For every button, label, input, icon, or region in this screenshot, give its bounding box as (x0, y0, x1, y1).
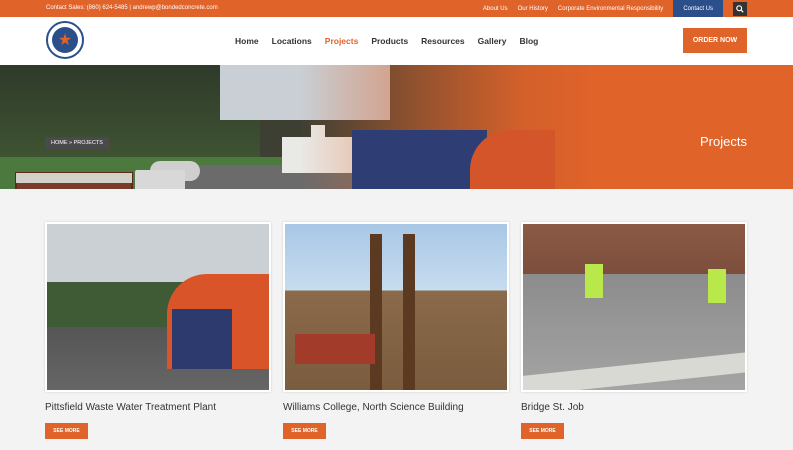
site-header: ★ Home Locations Projects Products Resou… (0, 15, 793, 65)
project-photo[interactable] (283, 222, 509, 392)
museum-sign-header (16, 173, 132, 183)
star-icon: ★ (52, 27, 78, 53)
nav-projects[interactable]: Projects (324, 15, 358, 46)
search-button[interactable] (733, 1, 747, 16)
worker (708, 269, 726, 303)
order-now-button[interactable]: ORDER NOW (683, 28, 747, 53)
project-title[interactable]: Pittsfield Waste Water Treatment Plant (45, 402, 216, 413)
curb (523, 352, 745, 390)
nav-resources[interactable]: Resources (421, 36, 464, 46)
nav-locations[interactable]: Locations (272, 36, 312, 46)
concrete-truck-drum (470, 130, 555, 189)
hero-banner: 671 ★ (0, 65, 793, 189)
project-photo[interactable] (45, 222, 271, 392)
project-photo[interactable] (521, 222, 747, 392)
contact-us-button[interactable]: Contact Us (673, 0, 723, 17)
project-title[interactable]: Williams College, North Science Building (283, 402, 464, 413)
top-bar: Contact Sales: (860) 624-5485 | andrewp@… (0, 0, 793, 17)
environmental-responsibility-link[interactable]: Corporate Environmental Responsibility (558, 6, 663, 12)
see-more-button[interactable]: SEE MORE (521, 423, 564, 439)
nav-blog[interactable]: Blog (519, 36, 538, 46)
pickup-truck (135, 170, 185, 189)
project-title[interactable]: Bridge St. Job (521, 402, 584, 413)
our-history-link[interactable]: Our History (518, 6, 548, 12)
steel-beam (403, 234, 415, 390)
see-more-button[interactable]: SEE MORE (283, 423, 326, 439)
truck-number: 671 (482, 187, 529, 189)
concrete-truck-cab (352, 130, 487, 189)
nav-gallery[interactable]: Gallery (478, 36, 507, 46)
top-links: About Us Our History Corporate Environme… (483, 0, 793, 17)
breadcrumb[interactable]: HOME » PROJECTS (45, 137, 109, 149)
about-us-link[interactable]: About Us (483, 6, 508, 12)
nav-home[interactable]: Home (235, 36, 259, 46)
worker (585, 264, 603, 298)
truck-cab (172, 309, 232, 369)
main-nav: Home Locations Projects Products Resourc… (235, 15, 551, 65)
rebar-pile (295, 334, 375, 364)
nav-products[interactable]: Products (371, 36, 408, 46)
page-title: Projects (700, 134, 747, 149)
contact-info: Contact Sales: (860) 624-5485 | andrewp@… (46, 5, 218, 11)
logo[interactable]: ★ (46, 21, 84, 59)
steel-beam (370, 234, 382, 390)
see-more-button[interactable]: SEE MORE (45, 423, 88, 439)
search-icon (736, 4, 744, 13)
